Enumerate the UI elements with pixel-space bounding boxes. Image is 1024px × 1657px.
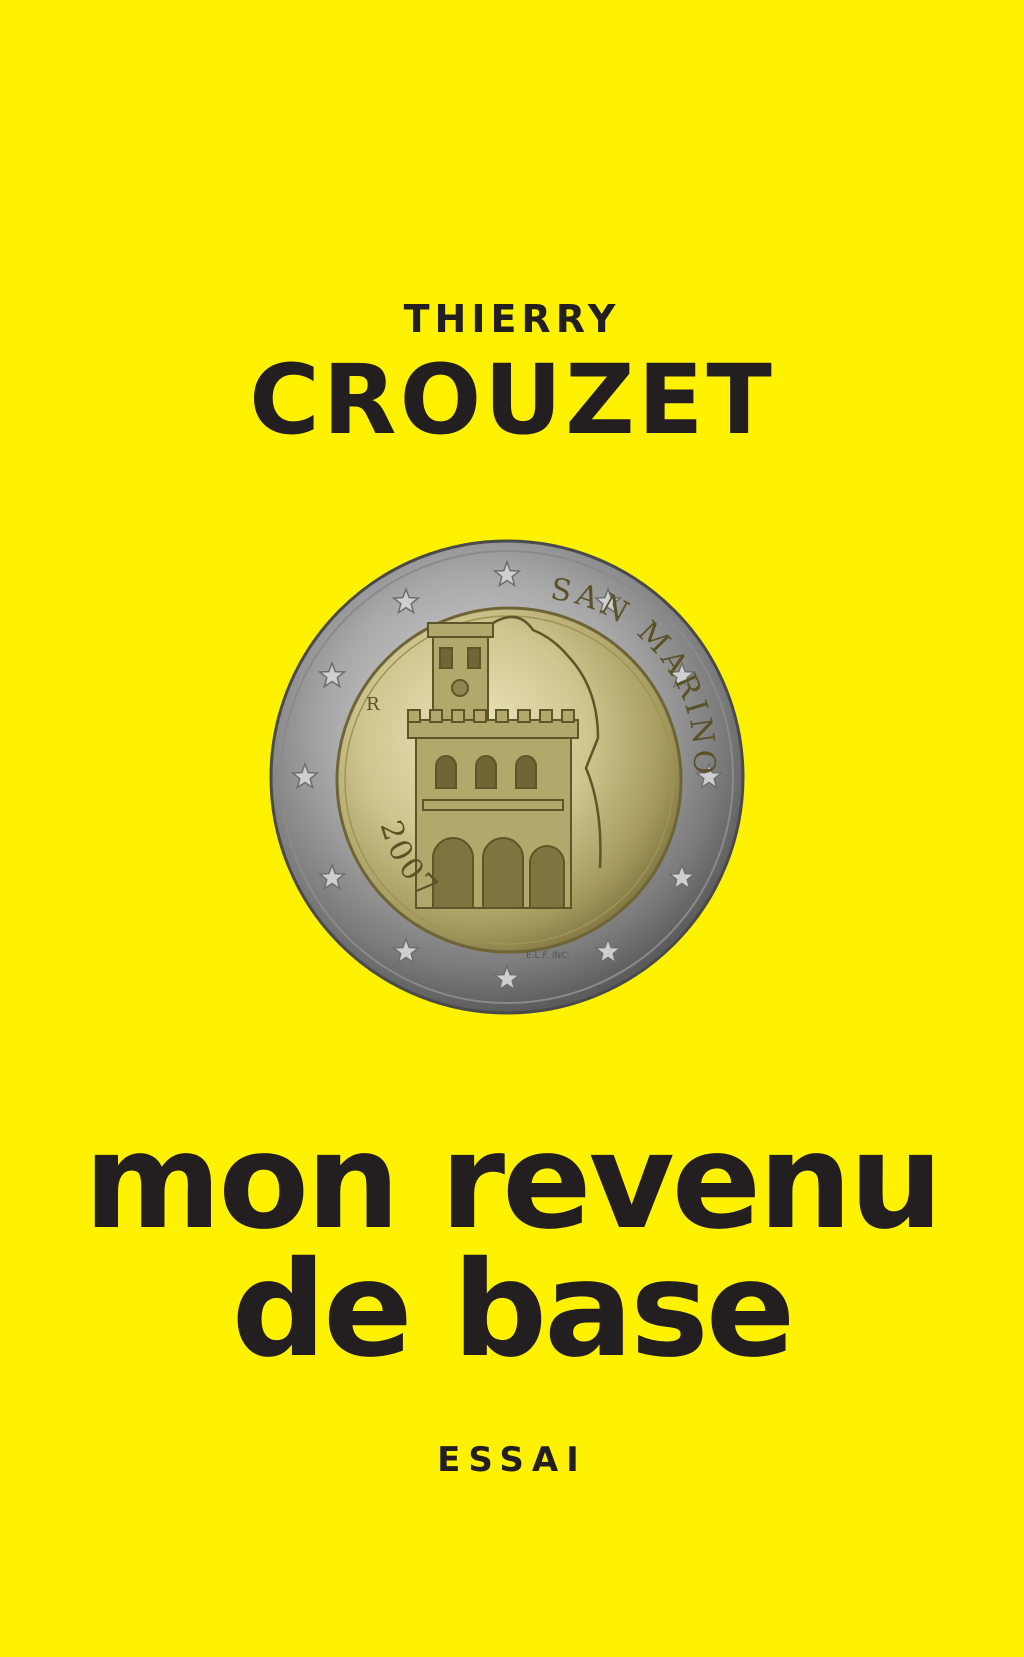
author-last-name: CROUZET	[249, 344, 775, 456]
author-first-name: THIERRY	[403, 297, 621, 341]
book-cover: THIERRY CROUZET SAN MARINO 2007 R E.L.F.…	[0, 0, 1024, 1657]
coin-mint-mark: R	[366, 694, 380, 715]
coin-engraver-mark: E.L.F. INC.	[526, 951, 570, 961]
coin-image: SAN MARINO 2007 R E.L.F. INC.	[268, 538, 746, 1016]
two-euro-coin-illustration: SAN MARINO 2007 R E.L.F. INC.	[269, 539, 745, 1015]
book-title-line1: mon revenu	[83, 1105, 943, 1259]
book-title: mon revenu de base	[0, 1105, 1024, 1387]
book-title-line2: de base	[231, 1233, 796, 1387]
book-genre: ESSAI	[437, 1440, 587, 1480]
